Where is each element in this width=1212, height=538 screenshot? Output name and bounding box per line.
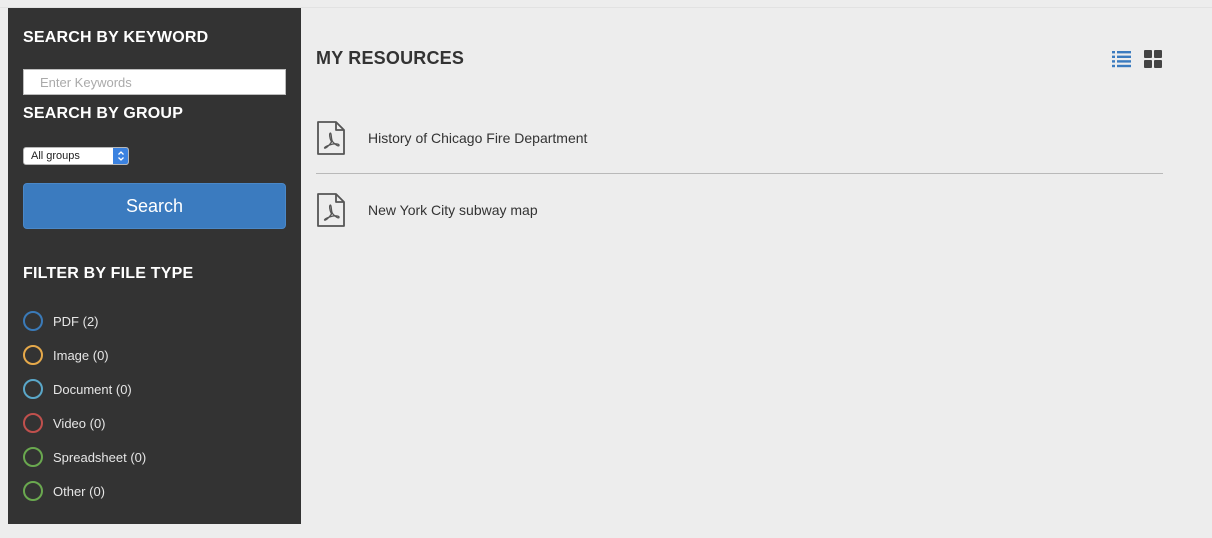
group-select[interactable]: All groups <box>23 147 129 165</box>
filter-item-document[interactable]: Document (0) <box>23 372 146 406</box>
filter-item-pdf[interactable]: PDF (2) <box>23 304 146 338</box>
resource-title[interactable]: New York City subway map <box>368 202 538 218</box>
radio-circle-icon[interactable] <box>23 447 43 467</box>
list-view-icon[interactable] <box>1112 50 1131 68</box>
pdf-file-icon <box>316 192 346 227</box>
main-content: MY RESOURCES History of Chicago Fire Dep… <box>301 8 1212 538</box>
group-heading: SEARCH BY GROUP <box>23 105 184 122</box>
select-updown-icon <box>113 148 128 164</box>
filter-label: Spreadsheet (0) <box>53 449 147 465</box>
radio-circle-icon[interactable] <box>23 413 43 433</box>
filter-label: Other (0) <box>53 483 106 499</box>
filter-item-image[interactable]: Image (0) <box>23 338 146 372</box>
resource-item[interactable]: History of Chicago Fire Department <box>316 103 1163 174</box>
radio-circle-icon[interactable] <box>23 345 43 365</box>
pdf-file-icon <box>316 121 346 155</box>
page-title: MY RESOURCES <box>316 48 465 68</box>
group-select-value: All groups <box>31 150 80 162</box>
filter-label: Document (0) <box>53 381 132 397</box>
filter-label: PDF (2) <box>53 313 99 329</box>
resource-item[interactable]: New York City subway map <box>316 174 1163 245</box>
keyword-heading: SEARCH BY KEYWORD <box>23 29 209 46</box>
radio-circle-icon[interactable] <box>23 481 43 501</box>
filter-item-spreadsheet[interactable]: Spreadsheet (0) <box>23 440 146 474</box>
filter-item-other[interactable]: Other (0) <box>23 474 146 508</box>
filter-heading: FILTER BY FILE TYPE <box>23 265 194 282</box>
radio-circle-icon[interactable] <box>23 311 43 331</box>
grid-view-icon[interactable] <box>1144 50 1162 68</box>
file-type-filter-list: PDF (2) Image (0) Document (0) Video (0)… <box>23 304 146 508</box>
filter-label: Image (0) <box>53 347 109 363</box>
filter-item-video[interactable]: Video (0) <box>23 406 146 440</box>
sidebar: SEARCH BY KEYWORD SEARCH BY GROUP All gr… <box>8 8 301 524</box>
filter-label: Video (0) <box>53 415 106 431</box>
radio-circle-icon[interactable] <box>23 379 43 399</box>
keyword-search-input[interactable] <box>23 69 286 95</box>
search-button[interactable]: Search <box>23 183 286 229</box>
resource-title[interactable]: History of Chicago Fire Department <box>368 130 587 146</box>
